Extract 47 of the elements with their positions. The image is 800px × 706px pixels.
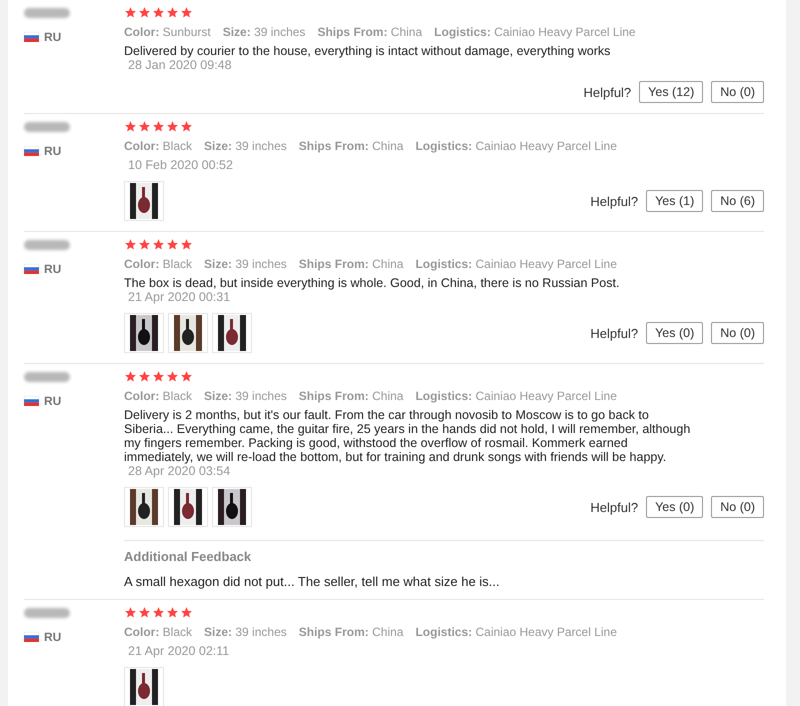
product-attribute: Logistics: Cainiao Heavy Parcel Line <box>434 25 636 39</box>
helpful-label: Helpful? <box>583 84 632 100</box>
helpful-label: Helpful? <box>590 500 638 514</box>
review-date: 28 Jan 2020 09:48 <box>128 58 232 72</box>
review-text: Delivered by courier to the house, everything is intact without damage, everything works <box>124 44 612 58</box>
helpful-label: Helpful? <box>590 326 638 340</box>
review-date: 21 Apr 2020 00:31 <box>128 290 230 304</box>
product-attribute: Logistics: Cainiao Heavy Parcel Line <box>415 389 617 403</box>
yes-button[interactable]: Yes (0) <box>646 496 704 518</box>
review-text: The box is dead, but inside everything is whole. Good, in China, there is no Russian Post. <box>124 276 620 290</box>
product-attribute: Ships From: China <box>317 25 422 39</box>
product-attribute: Color: Sunburst <box>124 25 211 39</box>
country-code: RU <box>44 394 62 408</box>
additional-feedback-title: Additional Feedback <box>124 549 252 564</box>
product-attribute: Color: Black <box>124 625 192 639</box>
no-button[interactable]: No (0) <box>711 496 764 518</box>
review-date: 10 Feb 2020 00:52 <box>128 158 233 172</box>
product-attribute: Ships From: China <box>298 257 404 271</box>
product-attribute: Size: 39 inches <box>222 25 306 39</box>
product-attribute: Color: Black <box>124 139 192 153</box>
product-attribute: Size: 39 inches <box>204 625 287 639</box>
product-attribute: Color: Black <box>124 257 192 271</box>
yes-button[interactable]: Yes (0) <box>646 322 704 344</box>
no-button[interactable]: No (0) <box>711 322 764 344</box>
product-attribute: Ships From: China <box>298 625 404 639</box>
review-date: 28 Apr 2020 03:54 <box>128 464 230 478</box>
yes-button[interactable]: Yes (1) <box>646 190 704 212</box>
product-attribute: Color: Black <box>124 389 192 403</box>
country-code: RU <box>44 262 62 276</box>
review-text: Delivery is 2 months, but it's our fault. From the car through novosib to Moscow is to go back to Siberia... Everything came, the guitar fire, 25 years in the hands did not hold, I will remember, although my fingers remember. Packing is good, withstood the overflow of rosmail. Kommerk earned immediately, we will re-load the bottom, but for training and drunk songs with friends will be happy. <box>124 408 692 464</box>
review-date: 21 Apr 2020 02:11 <box>128 644 230 658</box>
country-code: RU <box>44 144 62 158</box>
additional-feedback-text: A small hexagon did not put... The seller, tell me what size he is... <box>124 574 501 589</box>
no-button[interactable]: No (0) <box>711 81 764 103</box>
product-attribute: Size: 39 inches <box>204 257 287 271</box>
country-code: RU <box>44 30 62 44</box>
helpful-label: Helpful? <box>590 194 638 208</box>
product-attribute: Logistics: Cainiao Heavy Parcel Line <box>415 257 617 271</box>
product-attribute: Ships From: China <box>298 139 404 153</box>
product-attribute: Size: 39 inches <box>204 389 287 403</box>
product-attribute: Size: 39 inches <box>204 139 287 153</box>
product-attribute: Logistics: Cainiao Heavy Parcel Line <box>415 139 617 153</box>
country-code: RU <box>44 630 62 644</box>
product-attribute: Ships From: China <box>298 389 404 403</box>
yes-button[interactable]: Yes (12) <box>639 81 704 103</box>
product-attribute: Logistics: Cainiao Heavy Parcel Line <box>415 625 617 639</box>
no-button[interactable]: No (6) <box>711 190 764 212</box>
